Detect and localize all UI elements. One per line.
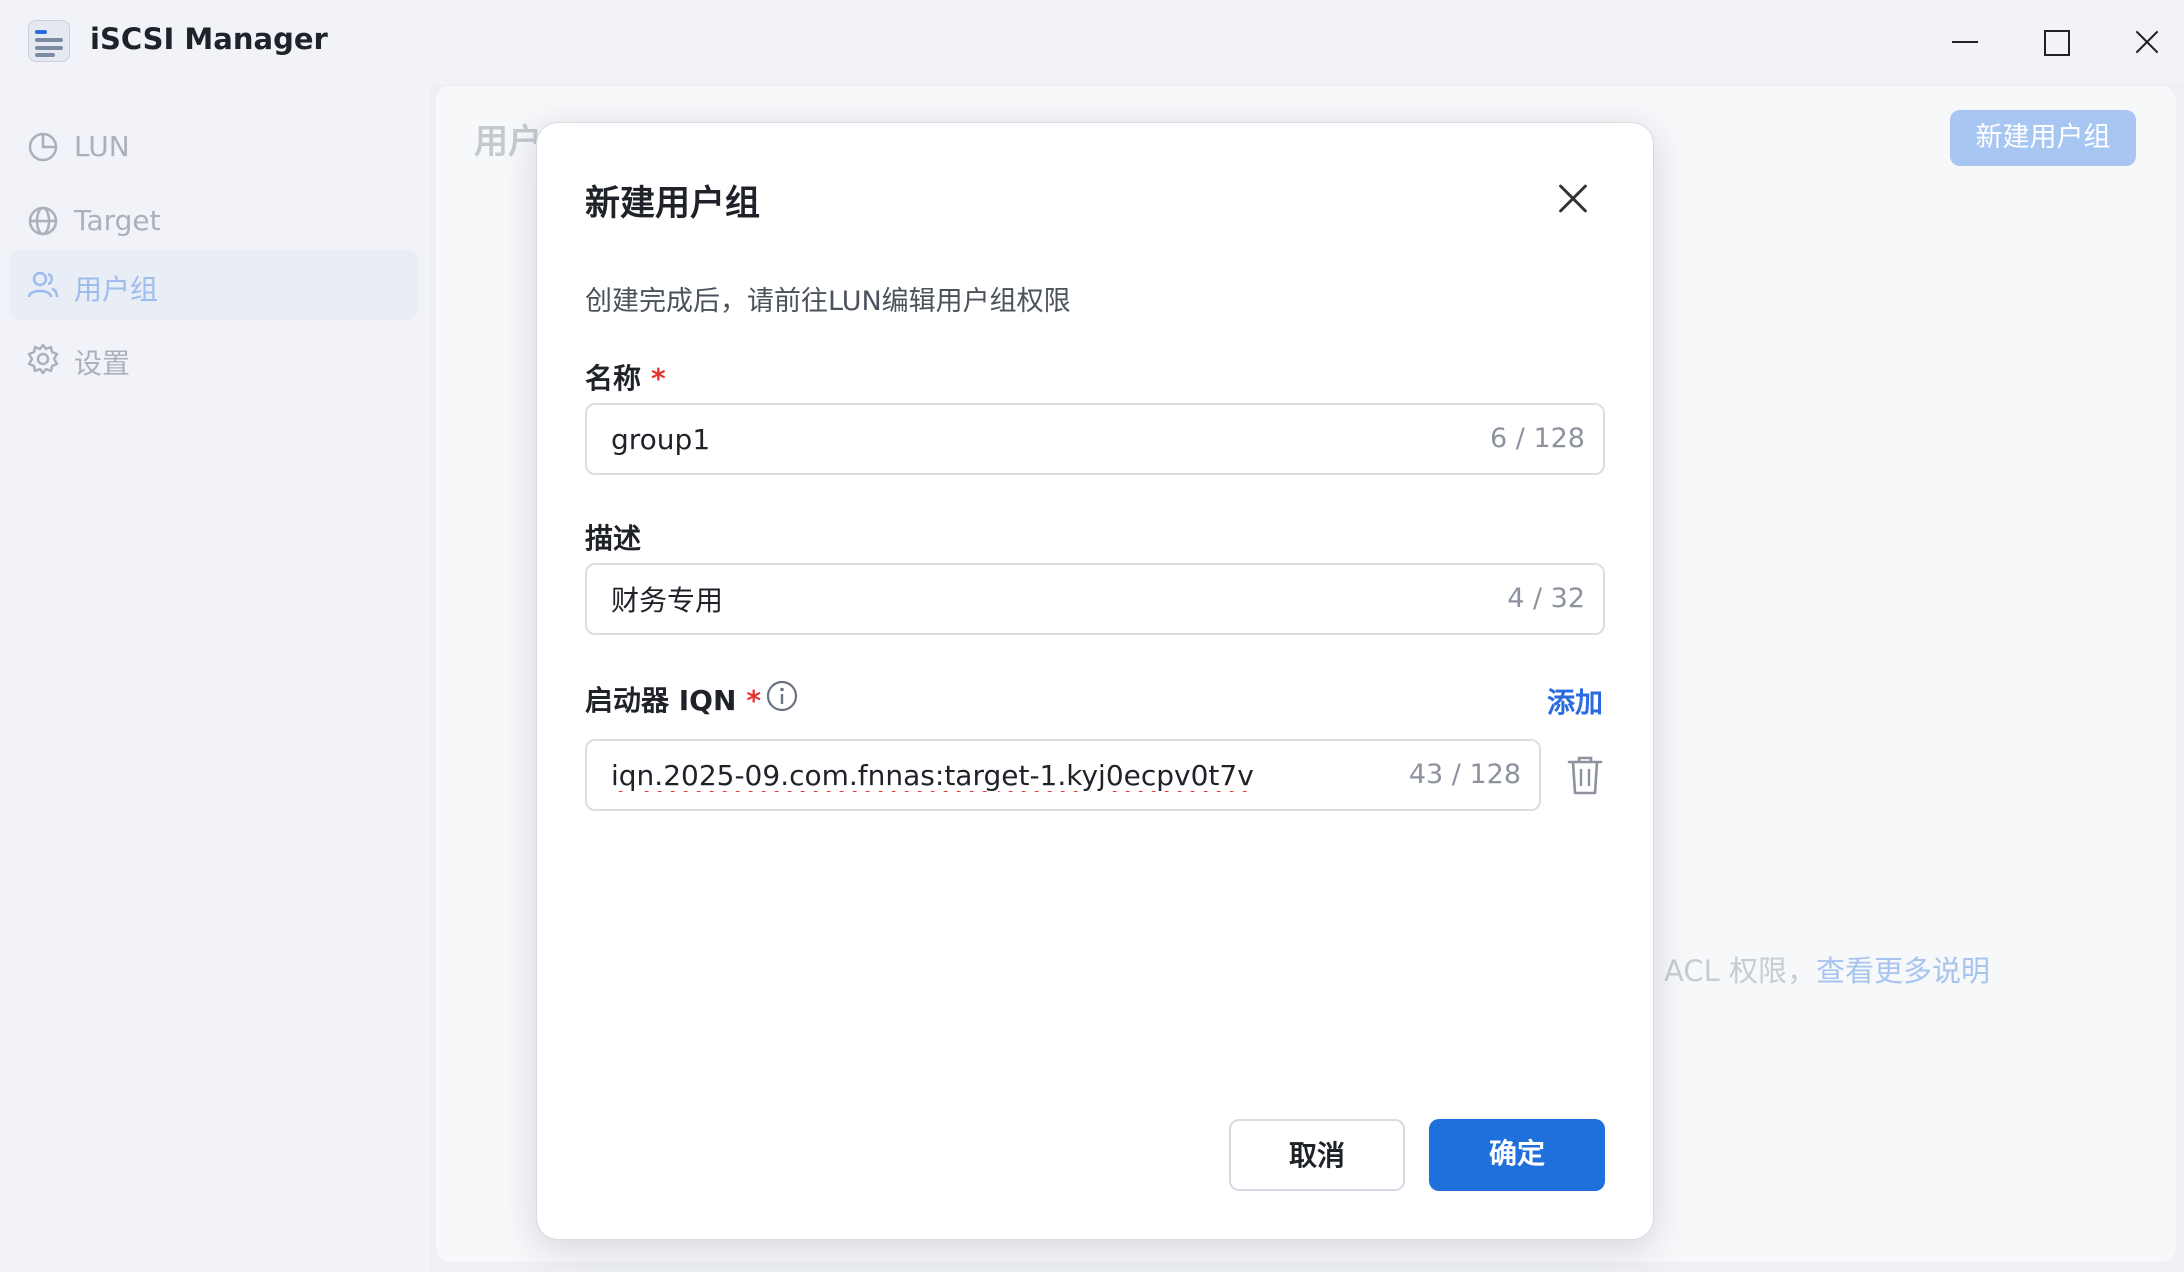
sidebar-item-target[interactable]: Target — [10, 186, 418, 256]
users-icon — [27, 271, 59, 298]
sidebar-item-settings[interactable]: 设置 — [10, 324, 418, 394]
description-char-counter: 4 / 32 — [1507, 583, 1585, 614]
iqn-char-counter: 43 / 128 — [1408, 759, 1521, 790]
maximize-icon[interactable] — [2034, 20, 2078, 64]
cancel-button[interactable]: 取消 — [1229, 1119, 1405, 1191]
title-bar: iSCSI Manager — [0, 0, 2184, 84]
minimize-icon[interactable] — [1944, 20, 1988, 64]
sidebar-item-user-groups[interactable]: 用户组 — [10, 250, 418, 320]
more-info-link[interactable]: 查看更多说明 — [1816, 954, 1990, 988]
sidebar-item-label: Target — [74, 204, 161, 237]
window-close-icon[interactable] — [2126, 20, 2170, 64]
add-iqn-link[interactable]: 添加 — [1547, 681, 1603, 721]
name-label: 名称 * — [585, 357, 666, 397]
new-user-group-dialog: 新建用户组 创建完成后，请前往LUN编辑用户组权限 名称 * 6 / 128 描述… — [536, 122, 1654, 1240]
app-title: iSCSI Manager — [90, 22, 328, 56]
gear-icon — [27, 343, 59, 375]
name-char-counter: 6 / 128 — [1490, 423, 1585, 454]
empty-state-hint: ACL 权限，查看更多说明 — [1664, 948, 1990, 990]
name-field[interactable]: 6 / 128 — [585, 403, 1605, 475]
sidebar: LUN Target 用户组 设置 — [0, 84, 430, 1272]
name-input[interactable] — [611, 419, 1431, 459]
description-input[interactable] — [611, 579, 1431, 619]
required-mark: * — [746, 684, 762, 717]
required-mark: * — [651, 362, 666, 395]
description-field[interactable]: 4 / 32 — [585, 563, 1605, 635]
close-icon[interactable] — [1551, 177, 1595, 221]
sidebar-item-label: 设置 — [74, 347, 131, 380]
dialog-title: 新建用户组 — [585, 184, 761, 224]
dialog-description: 创建完成后，请前往LUN编辑用户组权限 — [585, 286, 1071, 317]
sidebar-item-lun[interactable]: LUN — [10, 112, 418, 182]
pie-chart-icon — [28, 132, 58, 162]
confirm-button[interactable]: 确定 — [1429, 1119, 1605, 1191]
new-user-group-button[interactable]: 新建用户组 — [1950, 110, 2136, 166]
name-label-text: 名称 — [585, 362, 642, 395]
iqn-input[interactable] — [611, 755, 1351, 795]
iqn-label-text: 启动器 IQN — [585, 684, 737, 717]
info-icon[interactable] — [765, 679, 799, 713]
iqn-field[interactable]: 43 / 128 — [585, 739, 1541, 811]
app-logo-icon — [28, 20, 70, 62]
trash-icon[interactable] — [1565, 753, 1605, 797]
hint-text: ACL 权限， — [1664, 954, 1816, 988]
description-label: 描述 — [585, 522, 642, 555]
iqn-label: 启动器 IQN * — [585, 679, 761, 719]
sidebar-item-label: 用户组 — [74, 273, 159, 306]
globe-icon — [28, 206, 58, 236]
sidebar-item-label: LUN — [74, 130, 130, 163]
